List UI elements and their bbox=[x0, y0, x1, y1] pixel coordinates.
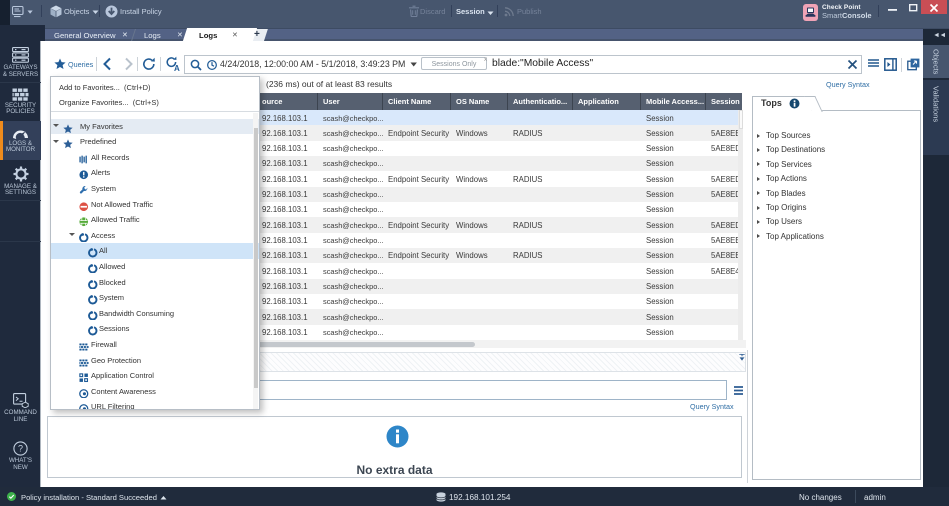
svg-text:?: ? bbox=[18, 444, 23, 454]
svg-text:A: A bbox=[174, 64, 180, 72]
